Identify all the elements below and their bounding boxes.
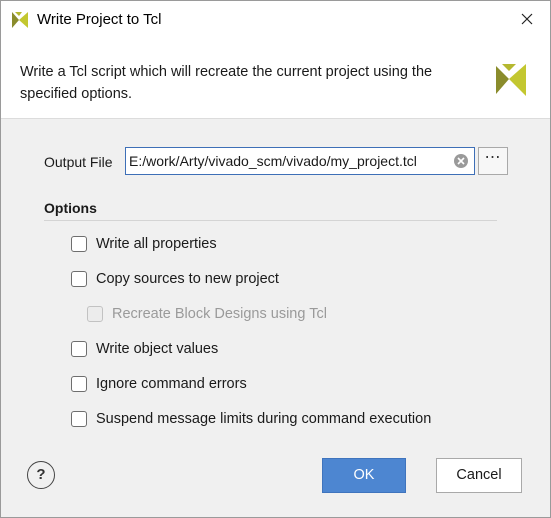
output-file-input[interactable]	[129, 151, 449, 171]
suspend-message-limits-option[interactable]: Suspend message limits during command ex…	[71, 409, 431, 429]
ok-button[interactable]: OK	[322, 458, 406, 493]
options-heading: Options	[44, 200, 97, 216]
write-all-properties-checkbox[interactable]	[71, 236, 87, 252]
header-description: Write a Tcl script which will recreate t…	[20, 64, 433, 102]
output-file-label: Output File	[44, 154, 113, 170]
copy-sources-option[interactable]: Copy sources to new project	[71, 269, 279, 289]
help-button[interactable]: ?	[27, 461, 55, 489]
option-label: Write all properties	[96, 236, 217, 252]
vivado-logo-icon	[10, 10, 30, 30]
title-bar: Write Project to Tcl	[1, 1, 550, 38]
suspend-message-limits-checkbox[interactable]	[71, 411, 87, 427]
output-file-field[interactable]	[125, 147, 475, 175]
write-project-dialog: Write Project to Tcl Write a Tcl script …	[0, 0, 551, 518]
window-title: Write Project to Tcl	[37, 11, 162, 28]
clear-icon[interactable]	[453, 153, 469, 169]
option-label: Suspend message limits during command ex…	[96, 411, 432, 427]
write-all-properties-option[interactable]: Write all properties	[71, 234, 217, 254]
option-label: Write object values	[96, 341, 219, 357]
recreate-block-designs-option: Recreate Block Designs using Tcl	[87, 304, 327, 324]
ignore-command-errors-option[interactable]: Ignore command errors	[71, 374, 247, 394]
vivado-logo-icon	[492, 60, 530, 98]
close-icon	[521, 12, 533, 28]
dialog-header: Write a Tcl script which will recreate t…	[1, 38, 550, 119]
write-object-values-option[interactable]: Write object values	[71, 339, 218, 359]
option-label: Copy sources to new project	[96, 271, 279, 287]
write-object-values-checkbox[interactable]	[71, 341, 87, 357]
option-label: Recreate Block Designs using Tcl	[112, 306, 327, 322]
browse-button[interactable]: ⋯	[478, 147, 508, 175]
option-label: Ignore command errors	[96, 376, 247, 392]
options-divider	[44, 220, 497, 221]
cancel-button[interactable]: Cancel	[436, 458, 522, 493]
copy-sources-checkbox[interactable]	[71, 271, 87, 287]
recreate-block-designs-checkbox	[87, 306, 103, 322]
close-button[interactable]	[504, 1, 550, 38]
ignore-command-errors-checkbox[interactable]	[71, 376, 87, 392]
